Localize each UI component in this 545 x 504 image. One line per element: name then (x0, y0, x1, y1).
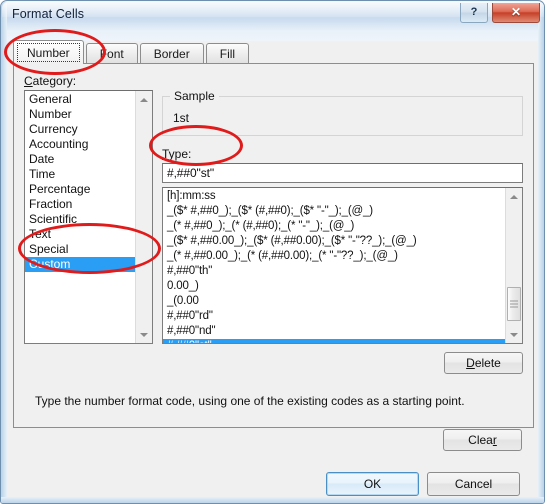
category-scrollbar[interactable] (135, 91, 152, 343)
type-item[interactable]: #,##0"th" (163, 264, 505, 279)
cancel-button-label: Cancel (454, 477, 493, 491)
tab-strip: Number Font Border Fill (13, 40, 251, 64)
tab-border-label: Border (153, 47, 190, 61)
category-item[interactable]: Currency (25, 122, 135, 137)
type-scroll-up-icon[interactable] (506, 188, 522, 205)
tab-control: Number Font Border Fill Category: Genera… (13, 40, 534, 428)
delete-button[interactable]: Delete (444, 352, 523, 374)
category-item[interactable]: Custom (25, 257, 135, 272)
category-listbox[interactable]: General Number Currency Accounting Date Time P… (24, 90, 153, 344)
cancel-button[interactable]: Cancel (427, 472, 520, 496)
hint-text: Type the number format code, using one o… (35, 394, 465, 408)
window-title: Format Cells (12, 7, 85, 21)
window-edge-bottom (1, 497, 544, 503)
tab-font[interactable]: Font (85, 43, 138, 64)
ok-button-label: OK (363, 477, 382, 491)
category-item-list: General Number Currency Accounting Date Time P… (25, 91, 135, 343)
window-edge-left (1, 1, 7, 503)
type-item[interactable]: _(* #,##0.00_);_(* (#,##0.00);_(* "-"??_… (163, 249, 505, 264)
category-label-rest: ategory: (32, 74, 77, 88)
type-item[interactable]: #,##0"rd" (163, 309, 505, 324)
type-item[interactable]: _(0.00 (163, 294, 505, 309)
type-label: Type: (162, 147, 192, 161)
sample-group-label: Sample (170, 89, 219, 103)
type-input[interactable]: #,##0"st" (162, 163, 523, 183)
category-item[interactable]: Text (25, 227, 135, 242)
type-item[interactable]: 0.00_) (163, 279, 505, 294)
tab-fill-label: Fill (219, 47, 236, 61)
category-item[interactable]: Fraction (25, 197, 135, 212)
category-item[interactable]: General (25, 92, 135, 107)
type-label-rest: ype: (168, 147, 192, 161)
window-edge-right (538, 1, 544, 503)
type-scroll-thumb[interactable] (507, 287, 521, 321)
delete-button-label: Delete (466, 356, 501, 370)
category-item[interactable]: Scientific (25, 212, 135, 227)
category-item[interactable]: Percentage (25, 182, 135, 197)
tab-number-label: Number (27, 45, 70, 60)
tab-border[interactable]: Border (139, 43, 204, 64)
scroll-thumb-grip-icon (510, 300, 518, 308)
clear-button-label: Clear (468, 433, 497, 447)
tab-fill[interactable]: Fill (205, 43, 250, 64)
type-item[interactable]: _(* #,##0_);_(* (#,##0);_(* "-"_);_(@_) (163, 219, 505, 234)
type-scroll-down-icon[interactable] (506, 326, 522, 343)
category-item[interactable]: Time (25, 167, 135, 182)
category-label: Category: (24, 74, 77, 88)
category-scroll-down-icon[interactable] (136, 326, 152, 343)
type-item[interactable]: #,##0"nd" (163, 324, 505, 339)
tab-body-number: Category: General Number Currency Accountin… (13, 63, 534, 428)
ok-button[interactable]: OK (326, 472, 419, 496)
tab-number[interactable]: Number (13, 40, 84, 64)
help-icon[interactable]: ? (460, 3, 488, 23)
close-icon[interactable]: ✕ (492, 3, 540, 23)
format-cells-dialog: Format Cells ? ✕ Number Font Border Fill (0, 0, 545, 504)
type-listbox[interactable]: [h]:mm:ss _($* #,##0_);_($* (#,##0);_($* … (162, 187, 523, 344)
category-scroll-up-icon[interactable] (136, 91, 152, 108)
screen: Format Cells ? ✕ Number Font Border Fill (0, 0, 545, 504)
sample-value: 1st (173, 111, 190, 125)
clear-button[interactable]: Clear (443, 429, 522, 451)
type-item[interactable]: _($* #,##0.00_);_($* (#,##0.00);_($* "-"… (163, 234, 505, 249)
sample-groupbox: Sample 1st (162, 89, 523, 136)
type-item[interactable]: #,##0"st" (163, 339, 505, 343)
tab-font-label: Font (99, 47, 124, 61)
category-item[interactable]: Special (25, 242, 135, 257)
category-item[interactable]: Accounting (25, 137, 135, 152)
type-item[interactable]: [h]:mm:ss (163, 189, 505, 204)
type-item-list: [h]:mm:ss _($* #,##0_);_($* (#,##0);_($* … (163, 188, 505, 343)
category-item[interactable]: Number (25, 107, 135, 122)
type-scrollbar[interactable] (505, 188, 522, 343)
type-item[interactable]: _($* #,##0_);_($* (#,##0);_($* "-"_);_(@… (163, 204, 505, 219)
title-bar[interactable]: Format Cells ? ✕ (1, 1, 544, 33)
category-item[interactable]: Date (25, 152, 135, 167)
